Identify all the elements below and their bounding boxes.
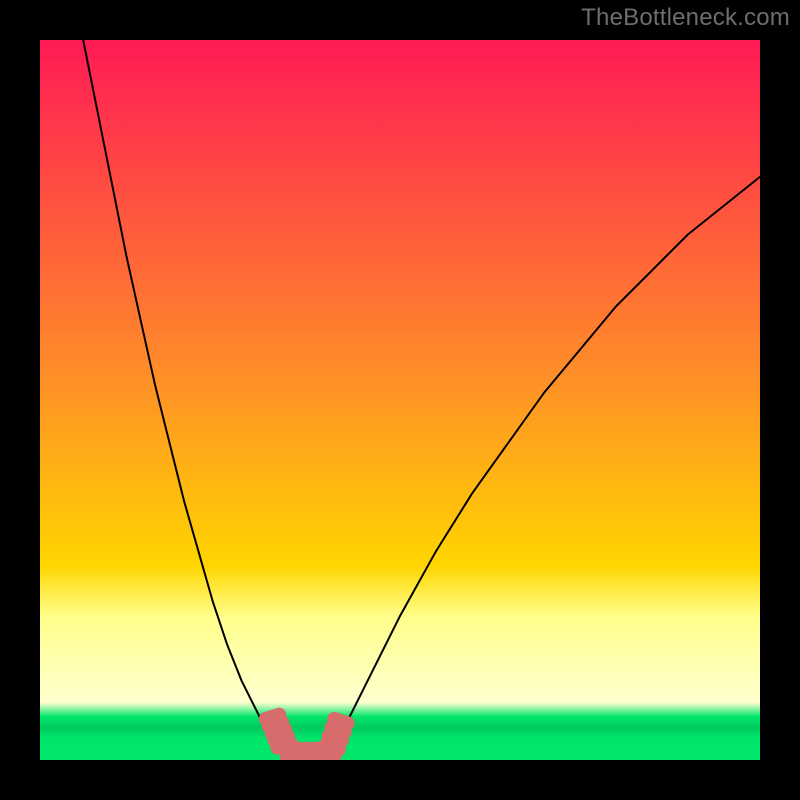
plot-area [40, 40, 760, 760]
chart-frame: TheBottleneck.com [0, 0, 800, 800]
watermark-text: TheBottleneck.com [581, 4, 790, 32]
gradient-background [40, 40, 760, 760]
plot-svg [40, 40, 760, 760]
